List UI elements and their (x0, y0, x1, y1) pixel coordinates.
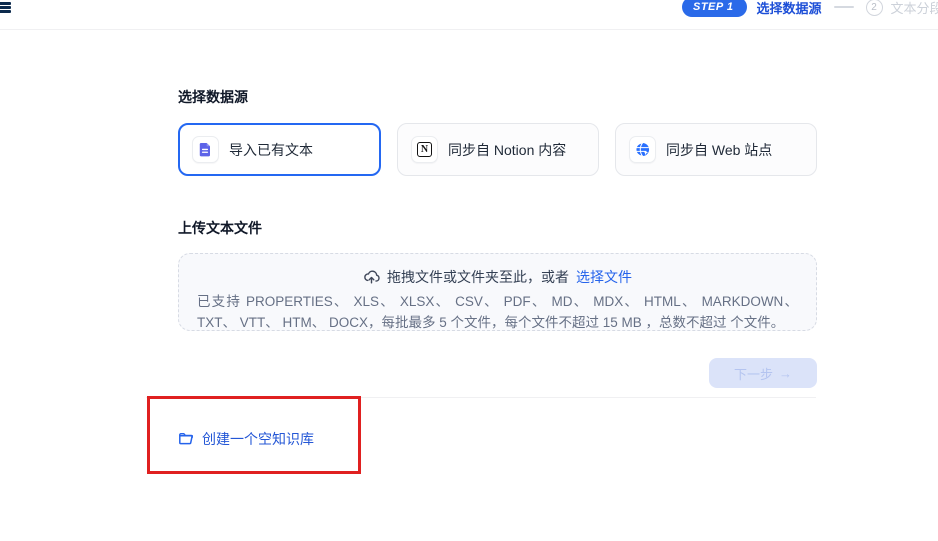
option-label: 同步自 Web 站点 (666, 140, 772, 160)
top-bar: STEP 1 选择数据源 2 文本分段与清 (0, 0, 938, 30)
option-sync-web[interactable]: 同步自 Web 站点 (615, 123, 817, 176)
step1-label: 选择数据源 (757, 0, 822, 17)
folder-icon (178, 431, 194, 447)
option-import-text[interactable]: 导入已有文本 (178, 123, 381, 176)
browse-files-link[interactable]: 选择文件 (576, 267, 632, 287)
option-label: 同步自 Notion 内容 (448, 140, 566, 160)
datasource-section-title: 选择数据源 (178, 87, 817, 107)
dropzone-text: 拖拽文件或文件夹至此，或者 (387, 267, 569, 287)
file-dropzone[interactable]: 拖拽文件或文件夹至此，或者 选择文件 已支持 PROPERTIES、 XLS、 … (178, 253, 817, 331)
next-step-button[interactable]: 下一步 → (709, 358, 817, 388)
notion-icon: N (411, 136, 438, 163)
main-content: 选择数据源 导入已有文本 N 同步自 Notion 内容 (178, 30, 817, 388)
step2-number: 2 (866, 0, 883, 16)
button-row: 下一步 → (178, 358, 817, 388)
create-knowledge-base-page: STEP 1 选择数据源 2 文本分段与清 选择数据源 导入已有文本 (0, 0, 938, 541)
globe-icon (629, 136, 656, 163)
upload-cloud-icon (363, 269, 380, 286)
step-divider (834, 6, 854, 8)
dropzone-instruction: 拖拽文件或文件夹至此，或者 选择文件 (179, 267, 816, 287)
upload-section-title: 上传文本文件 (178, 218, 817, 238)
option-sync-notion[interactable]: N 同步自 Notion 内容 (397, 123, 599, 176)
datasource-options: 导入已有文本 N 同步自 Notion 内容 同步自 Web 站点 (178, 123, 817, 176)
option-label: 导入已有文本 (229, 140, 313, 160)
supported-files-hint: 已支持 PROPERTIES、 XLS、 XLSX、 CSV、 PDF、 MD、… (197, 292, 798, 331)
step2-label: 文本分段与清 (891, 0, 938, 17)
step-indicator: STEP 1 选择数据源 2 文本分段与清 (682, 0, 938, 22)
create-empty-kb-label: 创建一个空知识库 (202, 429, 314, 449)
create-empty-kb-link[interactable]: 创建一个空知识库 (178, 429, 314, 449)
file-text-icon (192, 136, 219, 163)
section-divider (146, 397, 816, 398)
arrow-right-icon: → (779, 366, 792, 381)
hamburger-icon[interactable] (0, 1, 11, 17)
step1-badge: STEP 1 (682, 0, 747, 17)
